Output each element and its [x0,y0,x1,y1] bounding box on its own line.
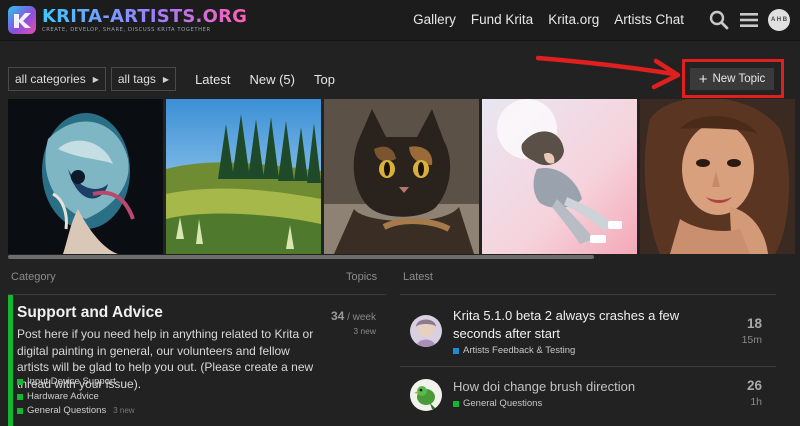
hamburger-menu-icon[interactable] [738,9,760,31]
tab-top[interactable]: Top [314,72,335,87]
site-logo[interactable]: KRITA-ARTISTS.ORG CREATE, DEVELOP, SHARE… [8,6,247,34]
topic-title[interactable]: How doi change brush direction [453,378,693,396]
reply-count: 18 [746,316,762,331]
filter-bar: all categories ▶ all tags ▶ Latest New (… [8,67,340,91]
subcategory-label: Hardware Advice [27,391,99,402]
category-color-square [453,347,459,354]
gallery-scrollbar[interactable] [8,255,800,260]
subcategory-color-square [17,393,23,400]
category-color-bar [8,295,13,426]
category-color-square [453,400,459,407]
annotation-highlight-box: + New Topic [682,59,784,98]
featured-gallery [8,99,800,254]
caret-right-icon: ▶ [162,74,170,84]
topic-category-label: General Questions [463,398,543,409]
topics-count: 34 [330,309,345,323]
subcategory-general-questions[interactable]: General Questions 3 new [17,405,135,416]
user-avatar[interactable]: A H B [768,9,790,31]
reply-count: 26 [746,378,762,393]
new-topic-button[interactable]: + New Topic [690,68,774,90]
poster-avatar[interactable] [410,379,442,411]
latest-column-header: Latest [403,271,433,283]
topic-category[interactable]: General Questions [453,398,542,409]
latest-topic-row[interactable]: How doi change brush direction General Q… [400,366,776,426]
subcategory-new-count: 3 new [113,406,135,415]
gallery-tile-woman-portrait[interactable] [640,99,795,254]
categories-dropdown[interactable]: all categories ▶ [8,67,106,91]
tab-new[interactable]: New (5) [249,72,295,87]
category-column-header: Category [11,271,56,283]
subcategory-color-square [17,407,23,414]
nav-fund-krita[interactable]: Fund Krita [471,12,533,27]
topic-title[interactable]: Krita 5.1.0 beta 2 always crashes a few … [453,307,693,343]
nav-artists-chat[interactable]: Artists Chat [614,12,684,27]
gallery-scrollbar-thumb[interactable] [8,255,594,259]
search-icon[interactable] [708,9,730,31]
poster-avatar[interactable] [410,315,442,347]
site-header: KRITA-ARTISTS.ORG CREATE, DEVELOP, SHARE… [0,0,800,41]
subcategory-label: Input Device Support [27,376,116,387]
category-new-count: 3 new [353,326,376,336]
activity-age[interactable]: 1h [750,396,762,408]
tags-dropdown[interactable]: all tags ▶ [110,67,177,91]
tab-latest[interactable]: Latest [195,72,230,87]
gallery-tile-floating-girl[interactable] [482,99,637,254]
logo-tagline: CREATE, DEVELOP, SHARE, DISCUSS KRITA TO… [42,26,211,33]
caret-right-icon: ▶ [92,74,99,84]
topics-unit: / week [344,312,376,323]
categories-dropdown-label: all categories [15,72,86,86]
topics-column-header: Topics [346,271,378,283]
gallery-tile-tortoiseshell-cat[interactable] [324,99,479,254]
latest-topic-row[interactable]: Krita 5.1.0 beta 2 always crashes a few … [400,294,776,366]
nav-gallery[interactable]: Gallery [413,12,456,27]
plus-icon: + [698,70,708,88]
new-topic-label: New Topic [712,73,766,85]
activity-age[interactable]: 15m [742,334,762,346]
topic-category[interactable]: Artists Feedback & Testing [453,345,575,356]
tags-dropdown-label: all tags [117,72,156,86]
krita-logo-icon [8,6,36,34]
subcategory-input-device-support[interactable]: Input Device Support [17,376,116,387]
gallery-tile-landscape-trees[interactable] [166,99,321,254]
subcategory-hardware-advice[interactable]: Hardware Advice [17,391,99,402]
topic-category-label: Artists Feedback & Testing [463,345,576,356]
subcategory-color-square [17,378,23,385]
subcategory-label: General Questions [27,405,107,416]
category-title[interactable]: Support and Advice [17,304,163,322]
gallery-tile-abstract-portrait[interactable] [8,99,163,254]
top-navigation: Gallery Fund Krita Krita.org Artists Cha… [398,12,684,27]
logo-title: KRITA-ARTISTS.ORG [42,5,248,27]
nav-krita-org[interactable]: Krita.org [548,12,599,27]
annotation-arrow [536,55,681,90]
category-row-support-and-advice[interactable]: Support and Advice Post here if you need… [8,294,386,426]
topics-per-week: 34 / week [331,307,376,325]
